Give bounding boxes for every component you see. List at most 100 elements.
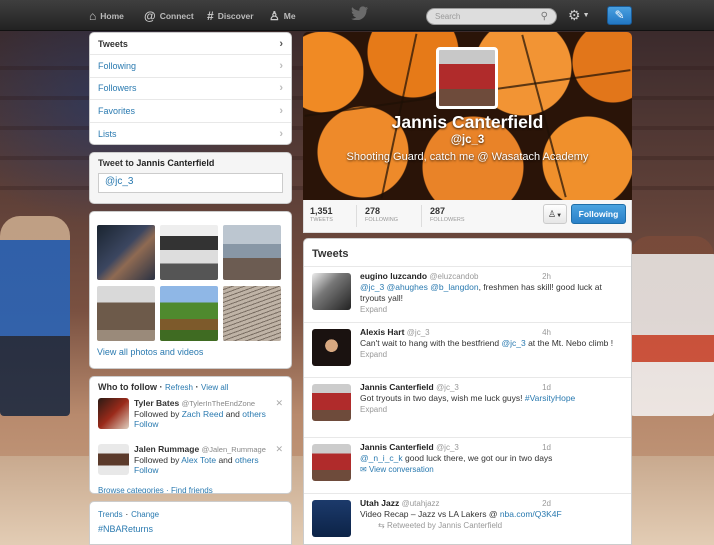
tweet-to-input[interactable]: @jc_3	[98, 173, 283, 193]
nav-discover[interactable]: # Discover	[207, 8, 254, 24]
mention-link[interactable]: @jc_3	[501, 338, 525, 348]
sidebar-item-following[interactable]: Following ›	[90, 55, 291, 78]
sidebar-item-tweets[interactable]: Tweets ›	[90, 33, 291, 56]
photo-thumbnail[interactable]	[97, 286, 155, 341]
tweet-item[interactable]: Jannis Canterfield @jc_3 1d Got tryouts …	[304, 378, 631, 438]
others-link[interactable]: others	[235, 455, 259, 465]
tweet-timestamp[interactable]: 1d	[542, 382, 551, 393]
others-link[interactable]: others	[242, 409, 266, 419]
tweet-timestamp[interactable]: 1d	[542, 442, 551, 453]
expand-link[interactable]: Expand	[360, 404, 623, 415]
find-friends-link[interactable]: Find friends	[171, 486, 213, 493]
sidebar-item-label: Tweets	[98, 38, 128, 49]
view-all-link[interactable]: View all	[201, 383, 228, 392]
tweet-timestamp[interactable]: 2h	[542, 271, 551, 282]
view-all-photos-link[interactable]: View all photos and videos	[97, 347, 284, 357]
avatar[interactable]	[98, 444, 129, 475]
nav-discover-label: Discover	[217, 11, 254, 21]
nav-me[interactable]: ♙ Me	[269, 8, 296, 24]
change-trends-link[interactable]: Change	[131, 510, 159, 519]
chevron-right-icon: ›	[279, 127, 283, 140]
sidebar-item-label: Favorites	[98, 105, 136, 116]
tweet-text-part: good luck there, we got our in two days	[402, 453, 553, 463]
suggestion-name[interactable]: Tyler Bates	[134, 398, 179, 408]
avatar[interactable]	[312, 329, 351, 366]
avatar[interactable]	[312, 444, 351, 481]
mention-link[interactable]: @_n_i_c_k	[360, 453, 403, 463]
tweet-to-box: Tweet to Jannis Canterfield @jc_3	[89, 152, 292, 204]
avatar[interactable]	[312, 273, 351, 310]
search-placeholder: Search	[435, 12, 461, 21]
following-stat[interactable]: 278 FOLLOWING	[365, 206, 398, 223]
photo-thumbnail[interactable]	[160, 286, 218, 341]
followers-stat[interactable]: 287 FOLLOWERS	[430, 206, 465, 223]
hashtag-link[interactable]: #VarsityHope	[525, 393, 575, 403]
tweet-to-name: Jannis Canterfield	[136, 158, 215, 168]
tweet-author-name[interactable]: Jannis Canterfield	[360, 382, 434, 392]
tweet-author-name[interactable]: Alexis Hart	[360, 327, 404, 337]
nav-home[interactable]: ⌂ Home	[89, 8, 124, 24]
following-stat-label: FOLLOWING	[365, 217, 399, 223]
profile-header: Jannis Canterfield @jc_3 Shooting Guard,…	[303, 32, 632, 200]
mention-link[interactable]: @b_langdon	[430, 282, 478, 292]
photo-thumbnail[interactable]	[223, 225, 281, 280]
mention-link[interactable]: @ahughes	[387, 282, 428, 292]
photo-thumbnail[interactable]	[97, 225, 155, 280]
trend-item[interactable]: #NBAReturns	[98, 524, 283, 534]
chevron-down-icon: ▼	[556, 213, 563, 219]
tweet-item[interactable]: Jannis Canterfield @jc_3 1d @_n_i_c_k go…	[304, 438, 631, 494]
sidebar-item-lists[interactable]: Lists ›	[90, 123, 291, 144]
expand-link[interactable]: Expand	[360, 349, 623, 360]
twitter-bird-icon[interactable]	[351, 6, 369, 21]
avatar[interactable]	[98, 398, 129, 429]
close-icon[interactable]: ✕	[275, 398, 283, 409]
nav-connect[interactable]: @ Connect	[144, 8, 194, 24]
follow-link[interactable]: Follow	[134, 465, 266, 475]
profile-avatar[interactable]	[436, 47, 498, 109]
tweets-stat[interactable]: 1,351 TWEETS	[310, 206, 333, 223]
photo-thumbnail[interactable]	[223, 286, 281, 341]
followed-by-link[interactable]: Zach Reed	[182, 409, 224, 419]
tweet-item[interactable]: Alexis Hart @jc_3 4h Can't wait to hang …	[304, 323, 631, 378]
sidebar-item-followers[interactable]: Followers ›	[90, 78, 291, 101]
tweet-item[interactable]: Utah Jazz @utahjazz 2d Video Recap – Jaz…	[304, 494, 631, 544]
url-link[interactable]: nba.com/Q3K4F	[500, 509, 562, 519]
followed-by-link[interactable]: Alex Tote	[181, 455, 216, 465]
follow-link[interactable]: Follow	[134, 419, 266, 429]
tweet-text: @_n_i_c_k good luck there, we got our in…	[360, 453, 623, 464]
and-text: and	[225, 409, 240, 419]
sidebar-item-label: Lists	[98, 128, 117, 139]
browse-categories-link[interactable]: Browse categories	[98, 486, 164, 493]
tweet-item[interactable]: eugino luzcando @eluzcandob 2h @jc_3 @ah…	[304, 267, 631, 323]
sidebar-item-favorites[interactable]: Favorites ›	[90, 100, 291, 123]
refresh-link[interactable]: Refresh	[165, 383, 193, 392]
tweet-author-name[interactable]: Utah Jazz	[360, 498, 399, 508]
user-actions-button[interactable]: ♙▼	[543, 204, 567, 224]
compose-tweet-button[interactable]: ✎	[607, 6, 632, 25]
tweet-author-name[interactable]: Jannis Canterfield	[360, 442, 434, 452]
avatar[interactable]	[312, 384, 351, 421]
view-conversation-label: View conversation	[368, 465, 434, 474]
following-button[interactable]: Following	[571, 204, 626, 224]
search-input[interactable]: Search ⚲	[426, 8, 557, 25]
photo-thumbnail[interactable]	[160, 225, 218, 280]
mention-link[interactable]: @jc_3	[360, 282, 384, 292]
following-count: 278	[365, 206, 381, 216]
suggestion-name[interactable]: Jalen Rummage	[134, 444, 199, 454]
followed-by-prefix: Followed by	[134, 409, 180, 419]
tweet-timestamp[interactable]: 2d	[542, 498, 551, 509]
photos-panel: View all photos and videos	[89, 211, 292, 369]
and-text: and	[218, 455, 233, 465]
tweet-timestamp[interactable]: 4h	[542, 327, 551, 338]
settings-menu[interactable]: ⚙ ▼	[568, 7, 590, 24]
close-icon[interactable]: ✕	[275, 444, 283, 455]
tweet-author-name[interactable]: eugino luzcando	[360, 271, 427, 281]
expand-link[interactable]: Expand	[360, 304, 623, 315]
who-to-follow-footer: Browse categories · Find friends	[98, 486, 283, 493]
search-icon[interactable]: ⚲	[541, 11, 548, 22]
tweet-text: Video Recap – Jazz vs LA Lakers @ nba.co…	[360, 509, 623, 520]
tweets-timeline: Tweets eugino luzcando @eluzcandob 2h @j…	[303, 238, 632, 545]
trends-header: Trends · Change	[98, 509, 160, 520]
view-conversation-link[interactable]: ✉ View conversation	[360, 464, 623, 475]
avatar[interactable]	[312, 500, 351, 537]
